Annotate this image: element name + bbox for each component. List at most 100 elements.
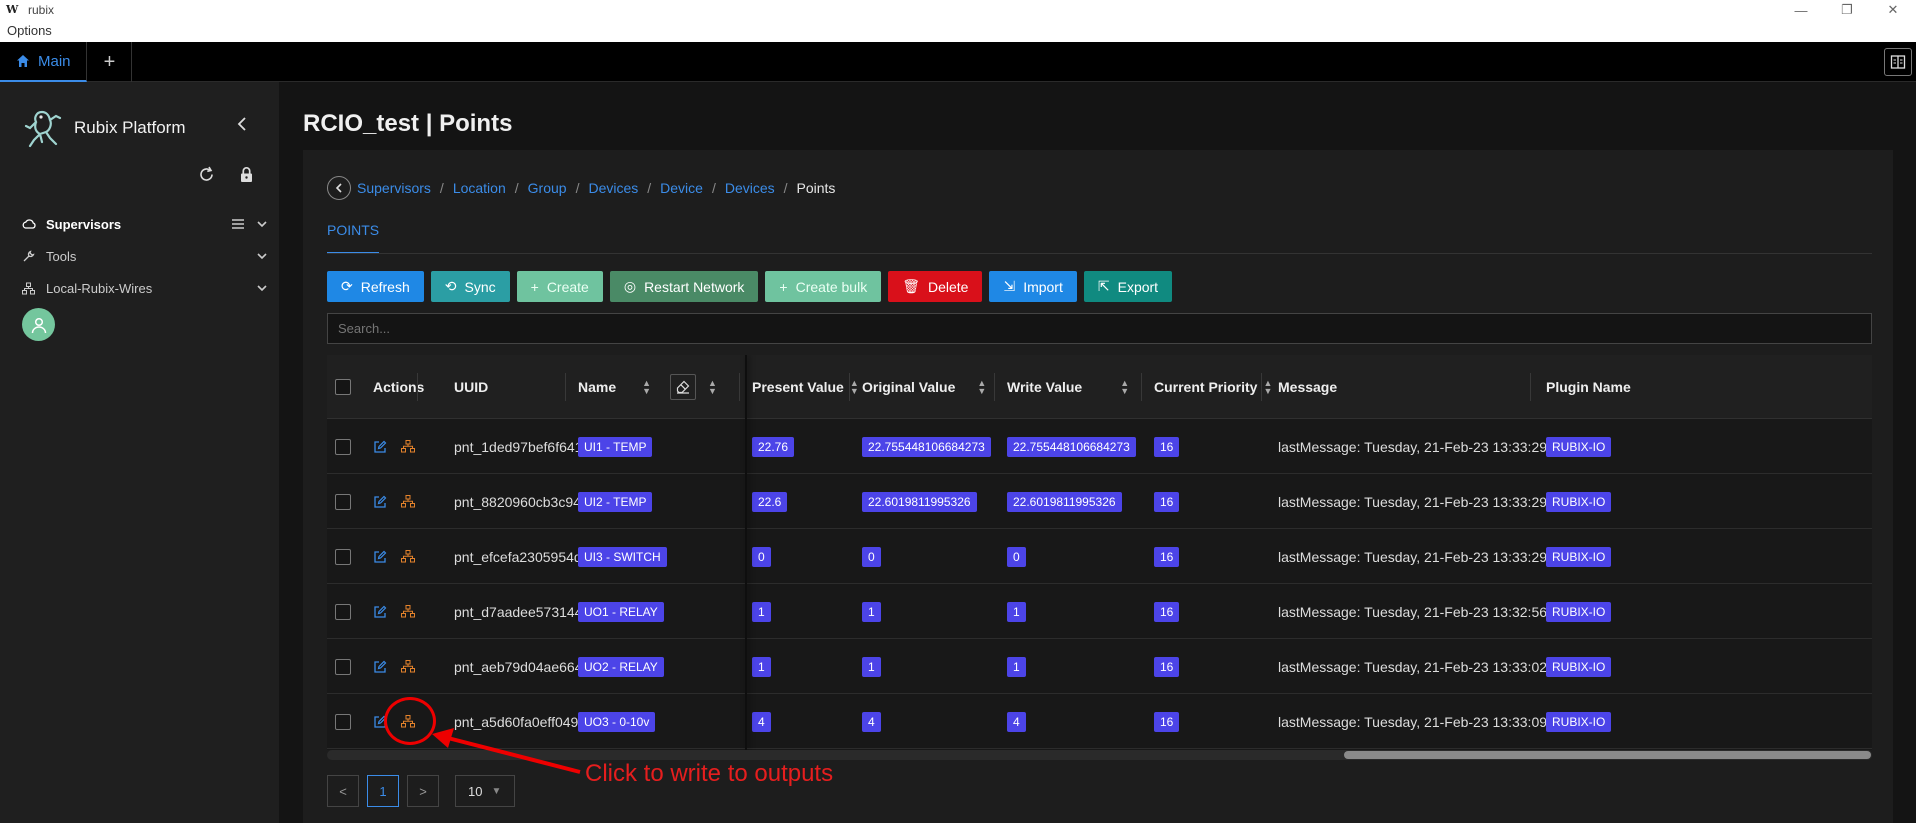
sort-icon[interactable]: ▲ ▼ xyxy=(1263,379,1272,396)
edit-icon[interactable] xyxy=(373,605,387,619)
sidebar-item-label: Tools xyxy=(46,248,77,264)
breadcrumb-devices-2[interactable]: Devices xyxy=(725,180,775,196)
cloud-icon xyxy=(22,218,36,230)
fixed-column-shadow xyxy=(745,355,747,750)
wrench-icon xyxy=(22,249,36,263)
menu-options[interactable]: Options xyxy=(7,23,52,38)
cell-write-value: 1 xyxy=(1007,601,1026,622)
header-filter[interactable]: ▲ ▼ xyxy=(670,355,717,419)
cell-message: lastMessage: Tuesday, 21-Feb-23 13:33:29… xyxy=(1278,548,1588,565)
add-tab-button[interactable]: + xyxy=(88,42,132,82)
table-row[interactable]: pnt_1ded97bef6f6419a UI1 - TEMP 22.76 22.75… xyxy=(327,419,1872,474)
menu-icon[interactable] xyxy=(231,218,245,230)
refresh-button[interactable]: ⟳ Refresh xyxy=(327,271,424,302)
create-button[interactable]: + Create xyxy=(516,271,603,302)
sort-icon[interactable]: ▲ ▼ xyxy=(1120,379,1129,396)
layout-toggle-icon[interactable] xyxy=(1884,48,1912,76)
select-all-checkbox[interactable] xyxy=(335,379,351,395)
write-point-icon[interactable] xyxy=(401,660,415,673)
breadcrumb-group[interactable]: Group xyxy=(528,180,567,196)
restart-network-button[interactable]: ◎ Restart Network xyxy=(609,271,759,302)
cell-original-value: 1 xyxy=(862,656,881,677)
table-row[interactable]: pnt_d7aadee573144ed0 UO1 - RELAY 1 1 1 16 last… xyxy=(327,584,1872,639)
edit-icon[interactable] xyxy=(373,660,387,674)
sidebar: Rubix Platform Supervisors Tools Local-R… xyxy=(0,82,279,823)
table-row[interactable]: pnt_8820960cb3c94260 UI2 - TEMP 22.6 22.601… xyxy=(327,474,1872,529)
toolbar: ⟳ Refresh ⟲ Sync + Create ◎ Restart Network … xyxy=(327,271,1173,302)
edit-icon[interactable] xyxy=(373,550,387,564)
chevron-down-icon[interactable] xyxy=(257,252,267,260)
chevron-down-icon[interactable] xyxy=(257,220,267,228)
prev-page-button[interactable]: < xyxy=(327,775,359,807)
create-bulk-button[interactable]: + Create bulk xyxy=(765,271,882,302)
header-name[interactable]: Name ▲ ▼ xyxy=(578,355,651,419)
breadcrumb-device[interactable]: Device xyxy=(660,180,703,196)
home-icon xyxy=(17,55,29,67)
cell-plugin-tag: RUBIX-IO xyxy=(1546,546,1612,567)
cell-name-tag: UO2 - RELAY xyxy=(578,656,664,677)
write-point-icon[interactable] xyxy=(401,550,415,563)
collapse-sidebar-icon[interactable] xyxy=(236,116,248,137)
tab-points[interactable]: POINTS xyxy=(327,222,380,254)
restore-button[interactable]: ❐ xyxy=(1824,0,1870,20)
sort-icon[interactable]: ▲ ▼ xyxy=(642,379,651,396)
sidebar-item-tools[interactable]: Tools xyxy=(22,240,267,272)
sort-icon[interactable]: ▲ ▼ xyxy=(708,379,717,396)
breadcrumb-location[interactable]: Location xyxy=(453,180,506,196)
cell-present-value: 1 xyxy=(752,601,771,622)
edit-icon[interactable] xyxy=(373,440,387,454)
eraser-icon[interactable] xyxy=(670,374,696,400)
user-avatar[interactable] xyxy=(22,308,55,341)
table-row[interactable]: pnt_efcefa2305954dec UI3 - SWITCH 0 0 0 16 las… xyxy=(327,529,1872,584)
tab-main[interactable]: Main xyxy=(0,42,87,82)
frog-logo-icon xyxy=(24,110,62,148)
sidebar-item-label: Local-Rubix-Wires xyxy=(46,280,153,296)
back-icon[interactable] xyxy=(327,176,351,200)
cell-name-tag: UO1 - RELAY xyxy=(578,601,664,622)
row-checkbox[interactable] xyxy=(335,438,351,455)
export-button[interactable]: ⇱ Export xyxy=(1083,271,1173,302)
row-checkbox[interactable] xyxy=(335,493,351,510)
page-1-button[interactable]: 1 xyxy=(367,775,399,807)
points-table: Actions UUID Name ▲ ▼ ▲ ▼ Present Value ▲ ▼ O… xyxy=(327,355,1872,750)
breadcrumb-supervisors[interactable]: Supervisors xyxy=(357,180,431,196)
header-current-priority[interactable]: Current Priority ▲ ▼ xyxy=(1154,355,1272,419)
write-point-icon[interactable] xyxy=(401,495,415,508)
write-point-icon[interactable] xyxy=(401,440,415,453)
reload-icon[interactable] xyxy=(196,164,216,184)
header-original-value[interactable]: Original Value ▲ ▼ xyxy=(862,355,986,419)
import-button[interactable]: ⇲ Import xyxy=(989,271,1077,302)
minimize-button[interactable]: — xyxy=(1778,0,1824,20)
row-checkbox[interactable] xyxy=(335,658,351,675)
cell-priority: 16 xyxy=(1154,601,1180,622)
sync-button[interactable]: ⟲ Sync xyxy=(430,271,510,302)
cell-message: lastMessage: Tuesday, 21-Feb-23 13:33:09… xyxy=(1278,713,1588,730)
window-titlebar: W rubix — ❐ ✕ Options xyxy=(0,0,1916,42)
header-present-value[interactable]: Present Value ▲ ▼ xyxy=(752,355,859,419)
annotation-arrow xyxy=(432,728,581,774)
sidebar-item-local-rubix-wires[interactable]: Local-Rubix-Wires xyxy=(22,272,267,304)
write-point-icon[interactable] xyxy=(401,605,415,618)
search-input[interactable] xyxy=(327,313,1872,344)
header-write-value[interactable]: Write Value ▲ ▼ xyxy=(1007,355,1129,419)
cell-plugin-tag: RUBIX-IO xyxy=(1546,656,1612,677)
sidebar-item-supervisors[interactable]: Supervisors xyxy=(22,208,267,240)
row-checkbox[interactable] xyxy=(335,603,351,620)
page-title: RCIO_test | Points xyxy=(303,110,513,137)
chevron-down-icon[interactable] xyxy=(257,284,267,292)
sync-icon: ⟲ xyxy=(444,278,457,294)
row-checkbox[interactable] xyxy=(335,713,351,730)
table-row[interactable]: pnt_aeb79d04ae664b39 UO2 - RELAY 1 1 1 16 last… xyxy=(327,639,1872,694)
cell-message: lastMessage: Tuesday, 21-Feb-23 13:33:29… xyxy=(1278,493,1588,510)
edit-icon[interactable] xyxy=(373,495,387,509)
delete-button[interactable]: 🗑 Delete xyxy=(888,271,983,302)
row-checkbox[interactable] xyxy=(335,548,351,565)
close-button[interactable]: ✕ xyxy=(1870,0,1916,20)
breadcrumb-devices[interactable]: Devices xyxy=(588,180,638,196)
lock-icon[interactable] xyxy=(236,164,256,184)
cell-write-value: 0 xyxy=(1007,546,1026,567)
scrollbar-thumb[interactable] xyxy=(1344,751,1871,759)
window-title: rubix xyxy=(28,3,55,17)
sort-icon[interactable]: ▲ ▼ xyxy=(850,379,859,396)
sort-icon[interactable]: ▲ ▼ xyxy=(977,379,986,396)
